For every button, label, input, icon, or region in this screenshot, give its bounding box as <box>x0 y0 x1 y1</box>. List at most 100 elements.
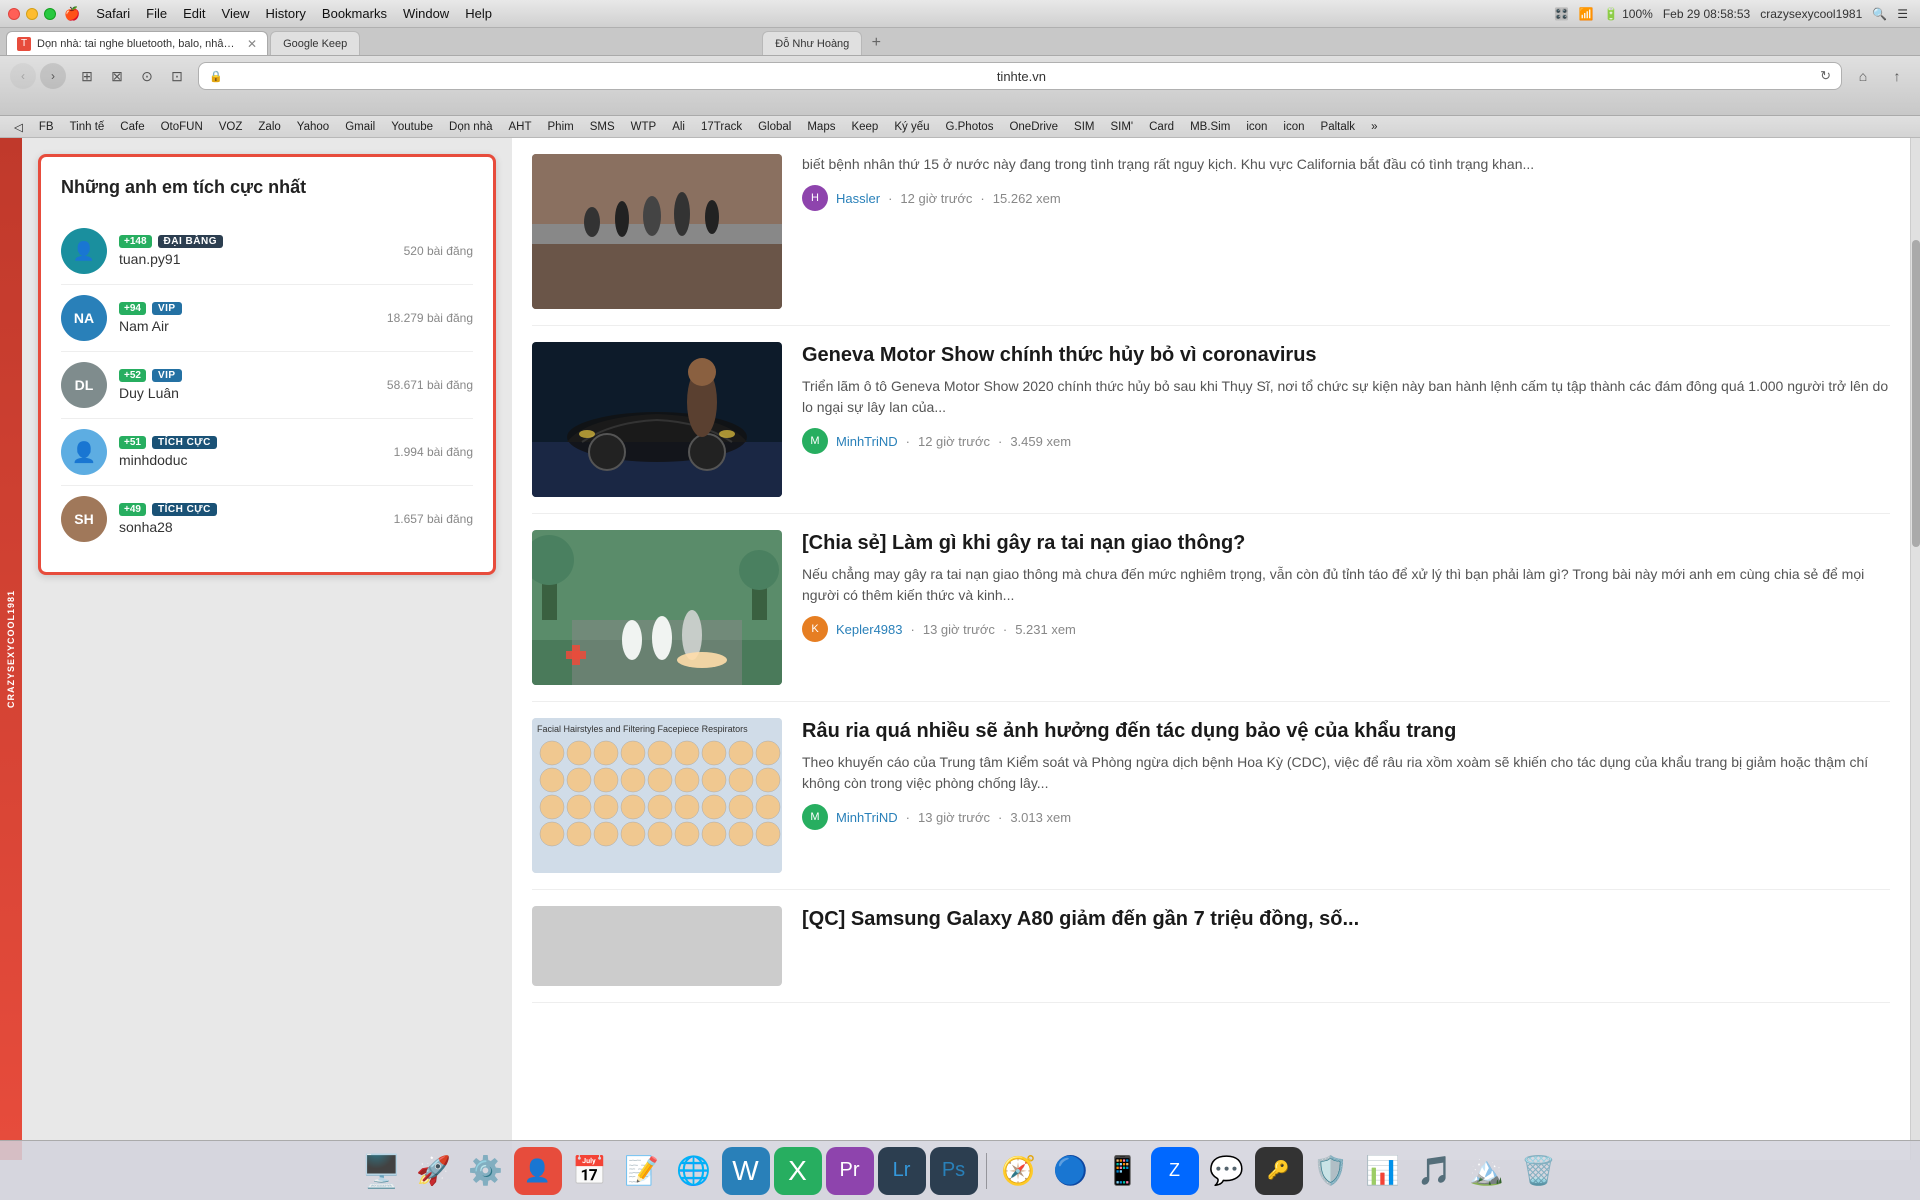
dock-contacts[interactable]: 👤 <box>514 1147 562 1195</box>
share-button[interactable]: ↑ <box>1884 63 1910 89</box>
search-icon[interactable]: 🔍 <box>1872 7 1887 21</box>
username-label[interactable]: minhdoduc <box>119 452 394 468</box>
dock-app5[interactable]: 🏔️ <box>1463 1147 1511 1195</box>
dock-app4[interactable]: 🎵 <box>1411 1147 1459 1195</box>
news-meta: M MinhTriND · 13 giờ trước · 3.013 xem <box>802 804 1890 830</box>
dock-app3[interactable]: 📊 <box>1359 1147 1407 1195</box>
tab-do-nhu-hoang[interactable]: Đỗ Như Hoàng <box>762 31 862 55</box>
bookmark-tinhte[interactable]: Tinh tế <box>64 120 111 134</box>
bookmark-don-nha[interactable]: Dọn nhà <box>443 120 498 134</box>
bookmark-icon[interactable]: icon <box>1277 120 1310 134</box>
bookmark-card[interactable]: Card <box>1143 120 1180 134</box>
dock-app1[interactable]: 📱 <box>1099 1147 1147 1195</box>
apple-menu[interactable]: 🍎 <box>64 6 80 22</box>
forward-button[interactable]: › <box>40 63 66 89</box>
author-name[interactable]: Kepler4983 <box>836 622 903 637</box>
browser-chrome: ‹ › ⊞ ⊠ ⊙ ⊡ 🔒 tinhte.vn ↻ ⌂ ↑ <box>0 56 1920 116</box>
scroll-thumb[interactable] <box>1912 240 1920 547</box>
dock-premiere[interactable]: Pr <box>826 1147 874 1195</box>
dock-finder[interactable]: 🖥️ <box>358 1147 406 1195</box>
tab-google-keep[interactable]: Google Keep <box>270 31 360 55</box>
bookmark-global[interactable]: Global <box>752 120 797 134</box>
bookmark-sms[interactable]: SMS <box>584 120 621 134</box>
fullscreen-button[interactable] <box>44 8 56 20</box>
dock-trash[interactable]: 🗑️ <box>1515 1147 1563 1195</box>
dock-messages[interactable]: 💬 <box>1203 1147 1251 1195</box>
bookmark-fb[interactable]: FB <box>33 120 60 134</box>
dock-word[interactable]: W <box>722 1147 770 1195</box>
dock-lightroom[interactable]: Lr <box>878 1147 926 1195</box>
window-menu[interactable]: Window <box>403 6 449 22</box>
menu-icon[interactable]: ☰ <box>1897 7 1908 21</box>
file-menu[interactable]: File <box>146 6 167 22</box>
dock-photoshop[interactable]: Ps <box>930 1147 978 1195</box>
bookmark-gmail[interactable]: Gmail <box>339 120 381 134</box>
author-name[interactable]: MinhTriND <box>836 810 898 825</box>
bookmark-onedrive[interactable]: OneDrive <box>1003 120 1064 134</box>
bookmark-yahoo[interactable]: Yahoo <box>291 120 335 134</box>
bookmark-gphotos[interactable]: G.Photos <box>940 120 1000 134</box>
dock-launchpad[interactable]: 🚀 <box>410 1147 458 1195</box>
bookmarks-menu[interactable]: Bookmarks <box>322 6 387 22</box>
username-label[interactable]: Nam Air <box>119 318 387 334</box>
news-title: [QC] Samsung Galaxy A80 giảm đến gần 7 t… <box>802 906 1890 932</box>
bookmark-17track[interactable]: 17Track <box>695 120 748 134</box>
dock-excel[interactable]: X <box>774 1147 822 1195</box>
bookmark-mbsim[interactable]: MB.Sim <box>1184 120 1236 134</box>
dock-system-prefs[interactable]: ⚙️ <box>462 1147 510 1195</box>
badge-type: VIP <box>152 302 182 315</box>
tab-close-icon[interactable]: ✕ <box>247 37 257 51</box>
bookmark-paltalk[interactable]: Paltalk <box>1315 120 1362 134</box>
separator: · <box>888 191 892 206</box>
help-menu[interactable]: Help <box>465 6 492 22</box>
bookmark-zalo[interactable]: Zalo <box>252 120 286 134</box>
bookmark-wtp[interactable]: WTP <box>625 120 663 134</box>
bookmark-arrow[interactable]: ◁ <box>8 119 29 135</box>
close-button[interactable] <box>8 8 20 20</box>
bookmark-more[interactable]: » <box>1365 120 1383 134</box>
back-button[interactable]: ‹ <box>10 63 36 89</box>
news-thumbnail: Facial Hairstyles and Filtering Facepiec… <box>532 718 782 873</box>
dock-chrome[interactable]: 🔵 <box>1047 1147 1095 1195</box>
history-menu[interactable]: History <box>265 6 305 22</box>
sidebar-toggle-icon[interactable]: ⊞ <box>74 63 100 89</box>
home-button[interactable]: ⌂ <box>1850 63 1876 89</box>
back-history-icon[interactable]: ⊠ <box>104 63 130 89</box>
dock-notes[interactable]: 📝 <box>618 1147 666 1195</box>
bookmark-apple[interactable]: icon <box>1240 120 1273 134</box>
bookmark-voz[interactable]: VOZ <box>213 120 249 134</box>
bookmark-ky-yeu[interactable]: Ký yếu <box>888 120 935 134</box>
address-bar[interactable]: 🔒 tinhte.vn ↻ <box>198 62 1842 90</box>
safari-menu[interactable]: Safari <box>96 6 130 22</box>
dock-safari-2[interactable]: 🧭 <box>995 1147 1043 1195</box>
new-tab-button[interactable]: + <box>864 31 888 55</box>
bookmark-cafe[interactable]: Cafe <box>114 120 150 134</box>
reload-button[interactable]: ↻ <box>1820 68 1831 84</box>
bookmark-phim[interactable]: Phim <box>542 120 580 134</box>
bookmark-aht[interactable]: AHT <box>503 120 538 134</box>
dock-key[interactable]: 🔑 <box>1255 1147 1303 1195</box>
dock-zalo[interactable]: Z <box>1151 1147 1199 1195</box>
bookmark-ali[interactable]: Ali <box>666 120 691 134</box>
bookmark-youtube[interactable]: Youtube <box>385 120 439 134</box>
author-name[interactable]: Hassler <box>836 191 880 206</box>
edit-menu[interactable]: Edit <box>183 6 205 22</box>
bookmark-keep[interactable]: Keep <box>845 120 884 134</box>
tab-tinhte[interactable]: T Dọn nhà: tai nghe bluetooth, balo, nhẫ… <box>6 31 268 55</box>
dock-app2[interactable]: 🛡️ <box>1307 1147 1355 1195</box>
view-menu[interactable]: View <box>222 6 250 22</box>
bookmark-sim2[interactable]: SIM' <box>1104 120 1139 134</box>
minimize-button[interactable] <box>26 8 38 20</box>
downloads-icon[interactable]: ⊙ <box>134 63 160 89</box>
bookmark-sim[interactable]: SIM <box>1068 120 1100 134</box>
username-label[interactable]: Duy Luân <box>119 385 387 401</box>
username-label[interactable]: sonha28 <box>119 519 394 535</box>
dock-safari[interactable]: 🌐 <box>670 1147 718 1195</box>
bookmark-maps[interactable]: Maps <box>801 120 841 134</box>
tab-overview-icon[interactable]: ⊡ <box>164 63 190 89</box>
dock-calendar[interactable]: 📅 <box>566 1147 614 1195</box>
bookmark-otofun[interactable]: OtoFUN <box>155 120 209 134</box>
scroll-track[interactable] <box>1910 138 1920 1160</box>
author-name[interactable]: MinhTriND <box>836 434 898 449</box>
username-label[interactable]: tuan.py91 <box>119 251 404 267</box>
